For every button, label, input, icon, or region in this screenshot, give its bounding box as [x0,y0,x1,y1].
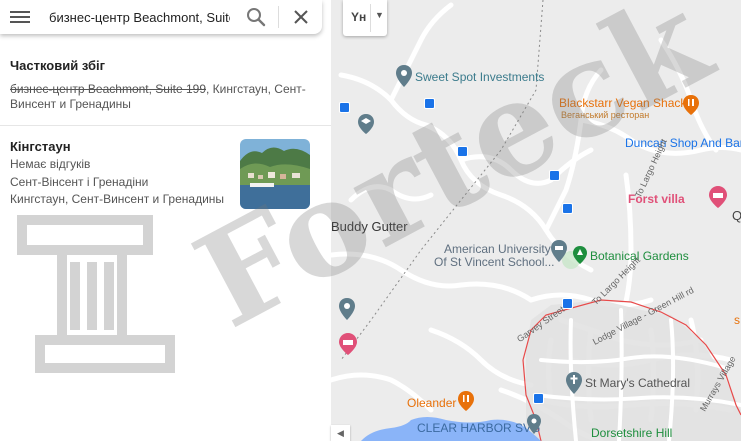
edge-label-q: Q [732,208,741,223]
poi-blackstarr-sub: Веганський ресторан [561,110,650,120]
poi-blackstarr: Blackstarr Vegan Shack [559,96,687,110]
bus-stop-icon[interactable] [533,393,544,404]
collapse-panel-button[interactable]: ◀ [331,425,350,441]
layer-divider [370,4,371,32]
map-layer-button[interactable]: Yн ▼ [343,0,387,36]
result-name: Кінгстаун [10,139,71,154]
menu-icon[interactable] [10,8,30,26]
edge-label-s: s [734,313,740,327]
result-country: Сент-Вінсент і Гренадіни [10,175,149,189]
bus-stop-icon[interactable] [549,170,560,181]
bus-stop-icon[interactable] [424,98,435,109]
partial-match-title: Частковий збіг [10,58,106,73]
poi-american-univ-1[interactable]: American University [444,242,551,256]
poi-sweet-spot[interactable]: Sweet Spot Investments [415,70,544,84]
side-panel: Частковий збіг бизнес-центр Beachmont, S… [0,0,331,441]
poi-dorsetshire[interactable]: Dorsetshire Hill [591,426,672,440]
poi-duncan[interactable]: Duncan Shop And Bar [625,136,741,150]
map-view[interactable]: Sweet Spot Investments Blackstarr Vegan … [331,0,741,441]
search-input[interactable] [49,6,230,28]
bus-stop-icon[interactable] [457,146,468,157]
chevron-down-icon[interactable]: ▼ [375,10,384,20]
partial-match-struck: бизнес-центр Beachmont, Suite 199 [10,82,206,96]
poi-oleander[interactable]: Oleander [407,396,456,410]
poi-clear-harbor[interactable]: CLEAR HARBOR SVG [417,421,540,435]
search-box [0,0,322,34]
result-photo[interactable] [240,139,310,209]
bus-stop-icon[interactable] [562,203,573,214]
restaurant-label[interactable]: Blackstarr Vegan Shack [559,96,686,110]
close-icon[interactable] [290,6,312,28]
poi-american-univ-2[interactable]: Of St Vincent School... [434,255,555,269]
result-reviews: Немає відгуків [10,157,91,171]
poi-buddy-gutter[interactable]: Buddy Gutter [331,219,408,234]
search-icon[interactable] [245,6,267,28]
layer-label: Yн [351,10,367,24]
search-result-card[interactable]: Кінгстаун Немає відгуків Сент-Вінсент і … [0,130,331,220]
partial-match-text: бизнес-центр Beachmont, Suite 199, Кингс… [10,82,310,112]
bus-stop-icon[interactable] [339,102,350,113]
result-address: Кингстаун, Сент-Винсент и Гренадины [10,192,225,206]
poi-st-marys[interactable]: St Mary's Cathedral [585,376,690,390]
search-divider [278,6,279,28]
divider [0,125,331,126]
